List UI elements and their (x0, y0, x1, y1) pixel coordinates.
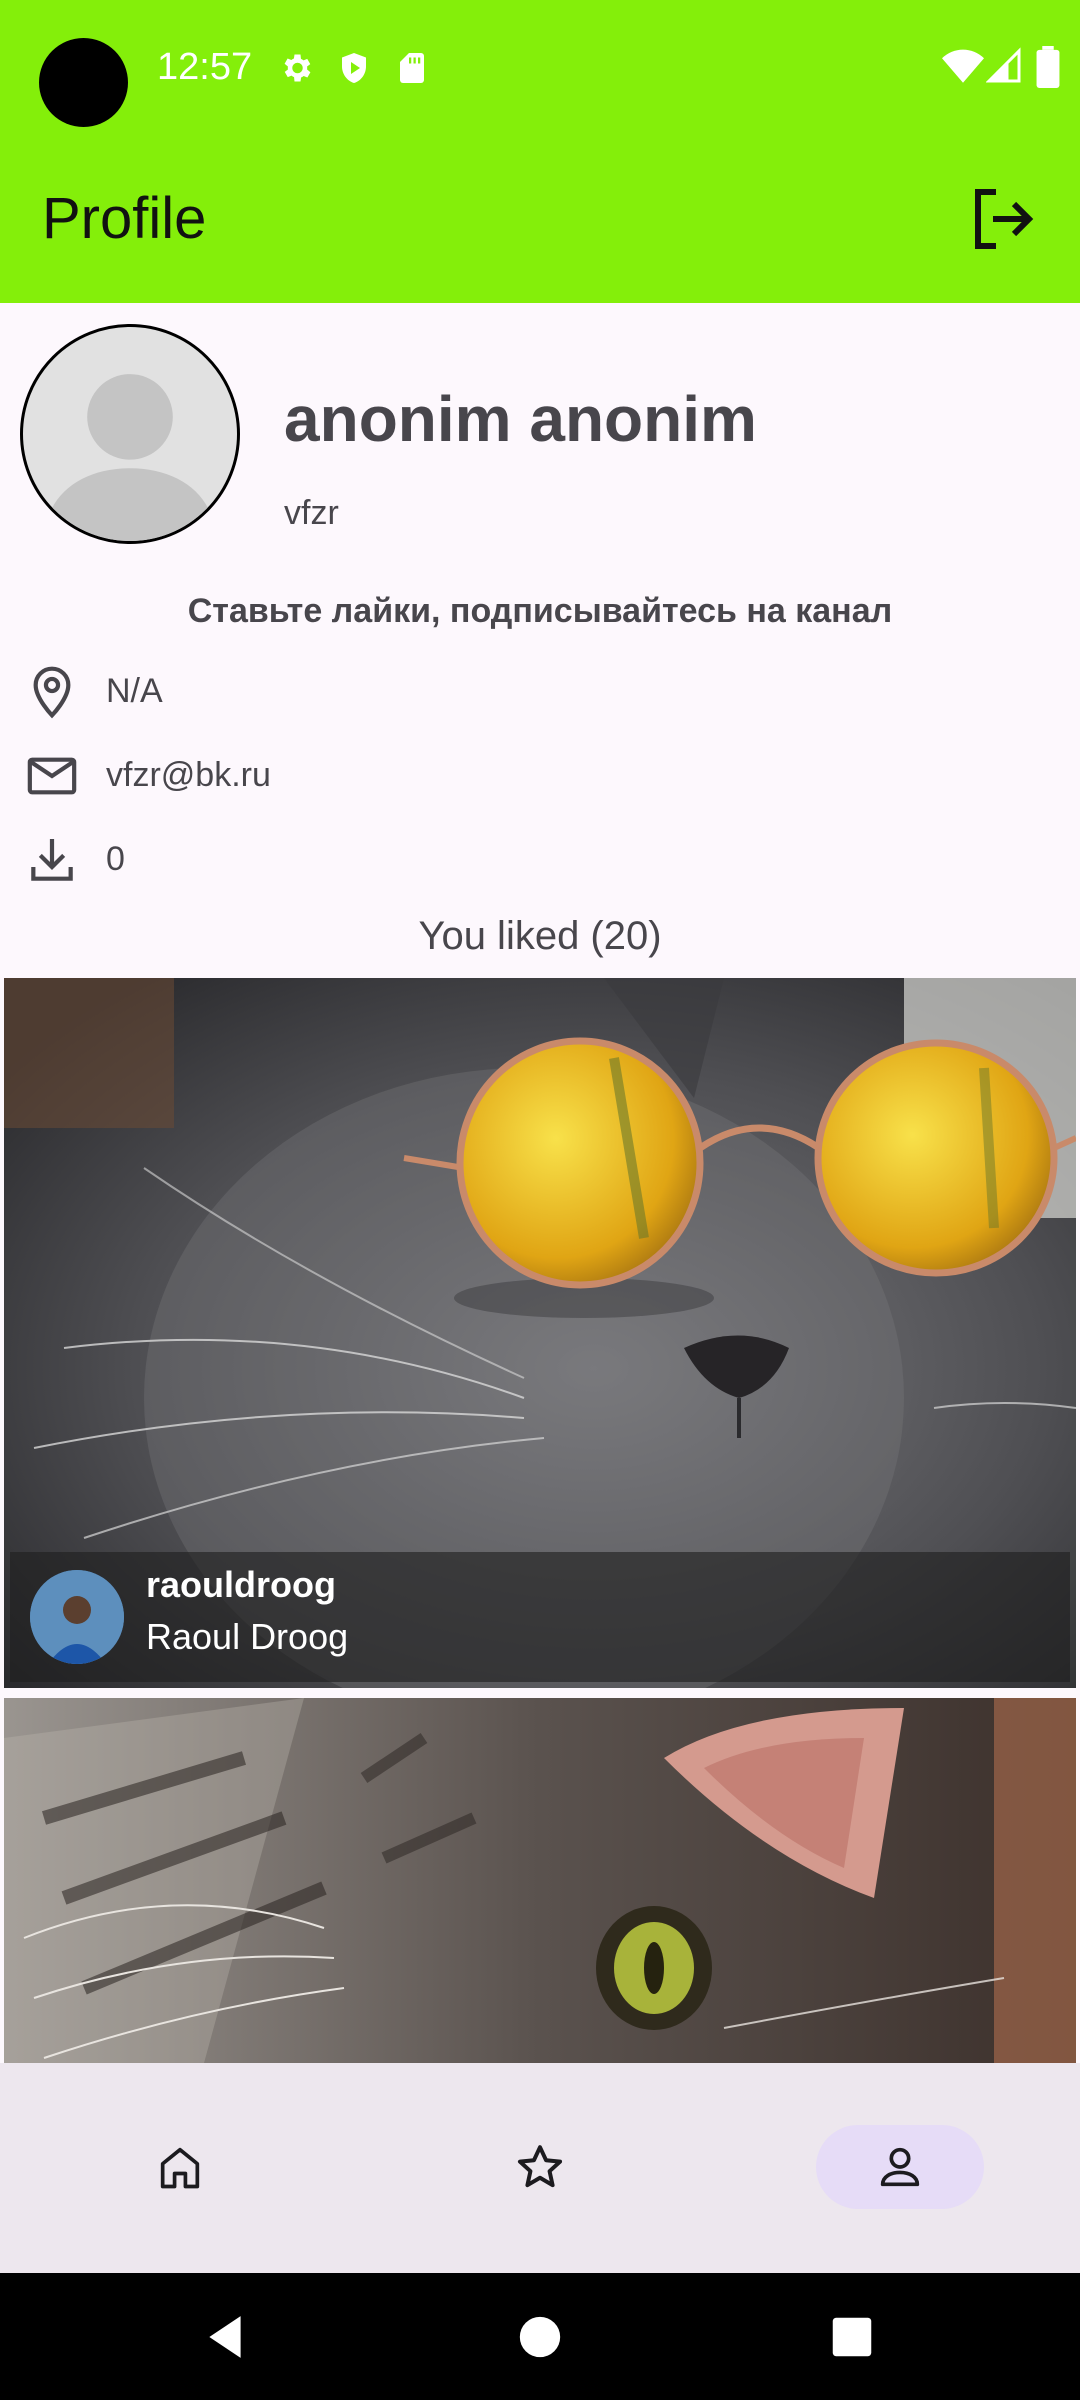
sd-card-icon (400, 53, 424, 83)
system-recents-button[interactable] (812, 2297, 892, 2377)
profile-icon (880, 2147, 920, 2187)
author-avatar-image (30, 1570, 124, 1664)
liked-section-title: You liked (20) (418, 914, 662, 958)
signal-icon (986, 47, 1021, 83)
recents-icon (832, 2317, 872, 2357)
profile-full-name: anonim anonim (284, 383, 757, 455)
download-icon (31, 839, 73, 881)
camera-cutout (39, 38, 128, 127)
page-title: Profile (42, 186, 207, 251)
nav-favorites[interactable] (456, 2125, 624, 2209)
top-app-area: 12:57 Profile (0, 0, 1080, 303)
system-home-button[interactable] (500, 2297, 580, 2377)
system-back-button[interactable] (186, 2297, 266, 2377)
status-time: 12:57 (157, 46, 253, 88)
app-bar: Profile (0, 137, 1080, 303)
back-icon (209, 2316, 241, 2358)
email-row: vfzr@bk.ru (24, 748, 924, 808)
logout-icon (975, 189, 1034, 249)
shield-play-icon (342, 53, 366, 83)
author-info-bar[interactable]: raouldroog Raoul Droog (10, 1552, 1070, 1682)
liked-photo-card[interactable]: raouldroog Raoul Droog (4, 978, 1076, 1688)
tabby-cat-photo (4, 1698, 1076, 2063)
profile-username: vfzr (284, 494, 339, 532)
nav-profile[interactable] (816, 2125, 984, 2209)
location-value: N/A (106, 672, 163, 710)
author-avatar (30, 1570, 124, 1664)
home-circle-icon (519, 2316, 561, 2358)
author-name: Raoul Droog (146, 1616, 349, 1657)
status-bar: 12:57 (0, 0, 1080, 137)
logout-button[interactable] (960, 177, 1044, 261)
liked-photo-card[interactable] (4, 1698, 1076, 2063)
star-icon (517, 2145, 563, 2188)
author-username: raouldroog (146, 1564, 336, 1605)
system-navigation-bar (0, 2273, 1080, 2400)
wifi-icon (942, 49, 984, 83)
person-placeholder-icon (44, 374, 216, 541)
location-row: N/A (24, 664, 924, 724)
downloads-row: 0 (24, 832, 924, 892)
settings-icon (284, 54, 311, 82)
downloads-value: 0 (106, 840, 125, 878)
profile-bio: Ставьте лайки, подписывайтесь на канал (187, 592, 893, 630)
mail-icon (27, 757, 77, 795)
battery-icon (1036, 46, 1060, 88)
nav-home[interactable] (96, 2125, 264, 2209)
profile-avatar (20, 324, 240, 544)
home-icon (160, 2147, 200, 2189)
email-value: vfzr@bk.ru (106, 756, 271, 794)
bottom-navigation (0, 2063, 1080, 2273)
location-pin-icon (33, 666, 71, 719)
